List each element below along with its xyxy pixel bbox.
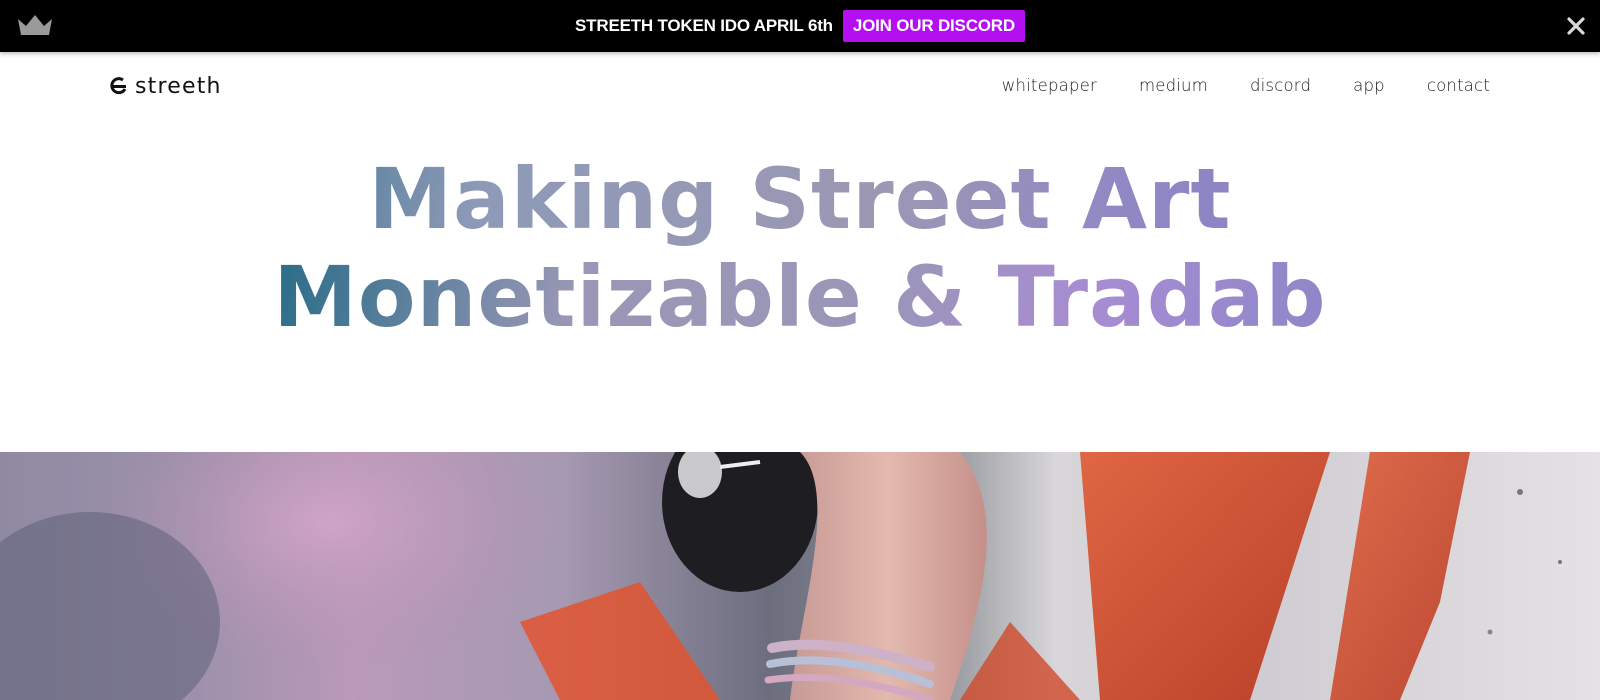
site-header: streeth whitepaper medium discord app co… <box>0 52 1600 122</box>
hero-title-line-2: Monetizable & Tradab <box>0 248 1600 346</box>
close-icon[interactable] <box>1566 16 1586 36</box>
announcement-bar: STREETH TOKEN IDO APRIL 6th JOIN OUR DIS… <box>0 0 1600 52</box>
main-nav: whitepaper medium discord app contact <box>1002 76 1490 95</box>
logo-text: streeth <box>135 74 222 99</box>
graffiti-hand-spraycan-image <box>0 452 1562 700</box>
nav-discord[interactable]: discord <box>1250 76 1311 95</box>
join-discord-button[interactable]: JOIN OUR DISCORD <box>842 10 1025 42</box>
hero-heading: Making Street Art Monetizable & Tradab <box>0 150 1600 346</box>
logo[interactable]: streeth <box>108 74 222 99</box>
streeth-logo-icon <box>110 77 127 95</box>
crown-icon <box>18 15 52 35</box>
nav-contact[interactable]: contact <box>1427 76 1490 95</box>
hero-image <box>0 452 1600 700</box>
nav-whitepaper[interactable]: whitepaper <box>1002 76 1097 95</box>
nav-app[interactable]: app <box>1353 76 1385 95</box>
announcement-text: STREETH TOKEN IDO APRIL 6th <box>575 16 833 35</box>
nav-medium[interactable]: medium <box>1139 76 1208 95</box>
hero-title-line-1: Making Street Art <box>0 150 1600 248</box>
